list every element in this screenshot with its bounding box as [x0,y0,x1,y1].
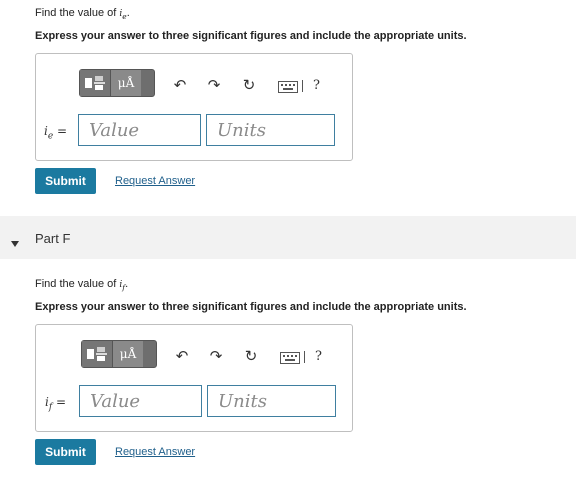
undo-icon[interactable]: ↶ [173,347,191,365]
part-f-title: Part F [35,231,71,246]
fraction-template-button[interactable] [80,70,111,96]
reset-icon[interactable]: ↻ [242,347,260,365]
part-f-variable-label: if = [45,395,67,413]
part-e-prompt: Find the value of ie. [35,7,130,21]
units-template-button[interactable]: μÅ [113,341,143,367]
fraction-template-icon [87,347,107,361]
part-e-variable-label: ie = [44,124,68,142]
part-e-instructions: Express your answer to three significant… [35,30,467,42]
part-f-request-answer-link[interactable]: Request Answer [115,446,195,458]
part-f-prompt: Find the value of if. [35,278,129,292]
part-f-units-input[interactable]: Units [207,385,336,417]
fraction-template-icon [85,76,105,90]
help-button[interactable]: ? [313,78,320,93]
keyboard-icon[interactable] [278,80,298,98]
part-e-template-toolbar: μÅ [79,69,155,97]
undo-icon[interactable]: ↶ [171,76,189,94]
toolbar-separator [304,351,305,363]
collapse-triangle-icon[interactable] [11,234,19,252]
toolbar-separator [302,80,303,92]
help-button[interactable]: ? [315,349,322,364]
part-f-instructions: Express your answer to three significant… [35,301,467,313]
reset-icon[interactable]: ↻ [240,76,258,94]
redo-icon[interactable]: ↷ [205,76,223,94]
part-e-units-input[interactable]: Units [206,114,335,146]
keyboard-icon[interactable] [280,351,300,369]
part-e-request-answer-link[interactable]: Request Answer [115,175,195,187]
part-f-value-input[interactable]: Value [79,385,202,417]
part-f-header[interactable] [0,216,576,259]
part-e-submit-button[interactable]: Submit [35,168,96,194]
part-e-value-input[interactable]: Value [78,114,201,146]
redo-icon[interactable]: ↷ [207,347,225,365]
fraction-template-button[interactable] [82,341,113,367]
part-f-submit-button[interactable]: Submit [35,439,96,465]
units-template-button[interactable]: μÅ [111,70,141,96]
part-f-template-toolbar: μÅ [81,340,157,368]
